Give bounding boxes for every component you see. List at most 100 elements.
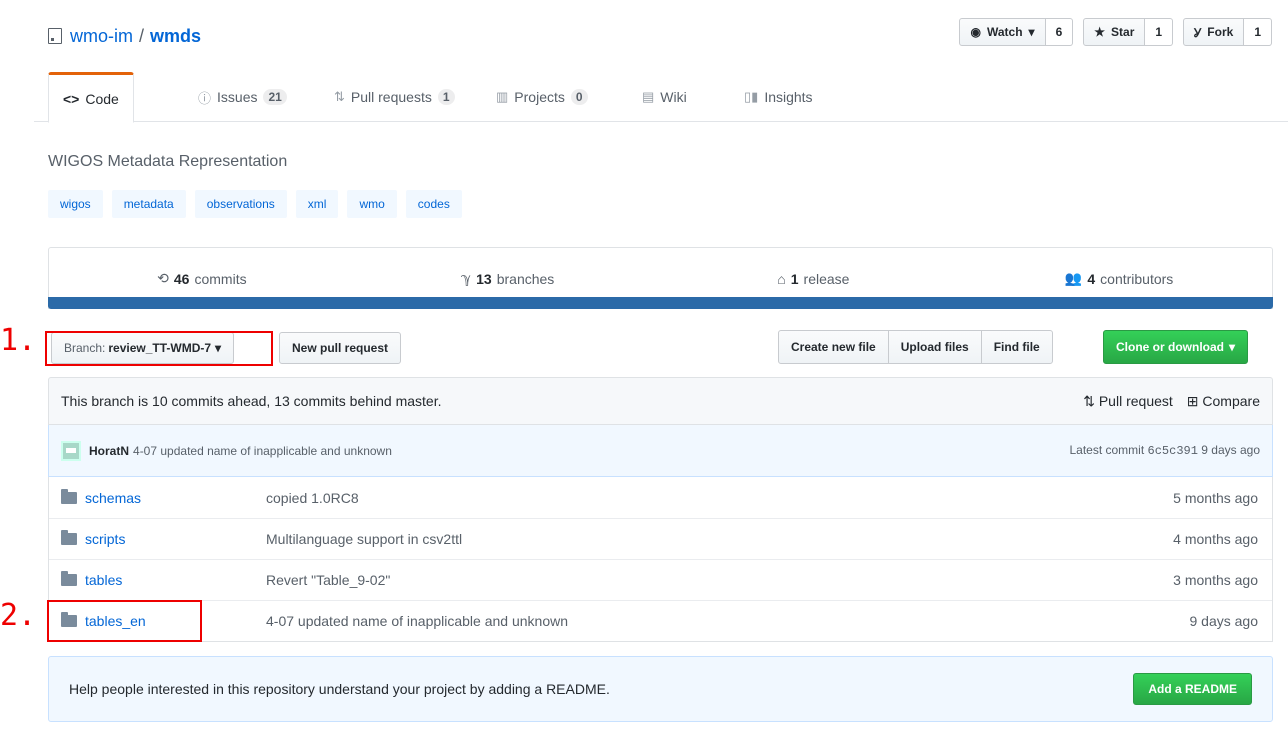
star-group: ★ Star 1 — [1083, 18, 1174, 46]
tab-issues[interactable]: ⓘ Issues 21 — [184, 72, 301, 122]
diff-icon: ⊞ — [1186, 392, 1199, 409]
file-list: schemas copied 1.0RC8 5 months ago scrip… — [48, 477, 1273, 642]
latest-commit-info: Latest commit 6c5c391 9 days ago — [1069, 443, 1260, 458]
watch-button[interactable]: ◉ Watch ▾ — [959, 18, 1046, 46]
commit-age: 9 days ago — [1201, 443, 1260, 457]
repo-title: wmo-im / wmds — [48, 22, 201, 50]
repo-icon — [48, 28, 62, 44]
branches-count: 13 — [476, 270, 492, 287]
commits-count: 46 — [173, 270, 190, 287]
topic-tag[interactable]: wmo — [347, 190, 397, 218]
eye-icon: ◉ — [970, 25, 981, 39]
branch-icon: ℽ — [460, 270, 472, 286]
tag-icon: ⌂ — [777, 270, 786, 287]
compare-label: Compare — [1202, 392, 1260, 409]
issue-icon: ⓘ — [198, 90, 212, 106]
topic-tag[interactable]: codes — [405, 190, 462, 218]
caret-down-icon: ▾ — [1028, 25, 1035, 39]
branches-label: branches — [496, 270, 555, 287]
history-icon: ⟲ — [157, 270, 169, 286]
file-commit-message[interactable]: 4-07 updated name of inapplicable and un… — [266, 613, 1190, 629]
caret-down-icon: ▾ — [1229, 340, 1236, 354]
tab-wiki[interactable]: ▤ Wiki — [628, 72, 701, 122]
project-icon: ▥ — [496, 89, 509, 104]
releases-label: release — [803, 270, 850, 287]
pull-request-link[interactable]: ⇅ Pull request — [1083, 393, 1173, 410]
tab-code[interactable]: <> Code — [48, 72, 134, 123]
fork-button[interactable]: Ỿ Fork — [1183, 18, 1245, 46]
commit-sha[interactable]: 6c5c391 — [1148, 444, 1198, 458]
file-name-link[interactable]: schemas — [85, 490, 266, 506]
pull-request-icon: ⇅ — [334, 89, 345, 104]
new-pull-request-button[interactable]: New pull request — [279, 332, 402, 364]
contributors-label: contributors — [1100, 270, 1174, 287]
star-button[interactable]: ★ Star — [1083, 18, 1146, 46]
upload-files-button[interactable]: Upload files — [887, 330, 982, 364]
file-age: 3 months ago — [1173, 572, 1258, 588]
create-new-file-button[interactable]: Create new file — [778, 330, 889, 364]
table-row: tables_en 4-07 updated name of inapplica… — [49, 600, 1272, 641]
folder-icon — [61, 488, 77, 504]
clone-label: Clone or download — [1116, 340, 1224, 354]
repo-tabs: <> Code ⓘ Issues 21 ⇅ Pull requests 1 ▥ … — [34, 72, 1288, 123]
topic-tag[interactable]: xml — [295, 190, 339, 218]
commits-label: commits — [194, 270, 247, 287]
clone-download-button[interactable]: Clone or download ▾ — [1103, 330, 1249, 364]
tab-projects[interactable]: ▥ Projects 0 — [482, 72, 602, 122]
tab-counter: 21 — [263, 89, 287, 105]
fork-icon: Ỿ — [1194, 25, 1202, 40]
file-navigation: Create new file Upload files Find file — [778, 330, 1053, 364]
watch-count[interactable]: 6 — [1045, 18, 1074, 46]
avatar[interactable] — [61, 440, 81, 461]
highlight-box-branch — [45, 331, 273, 366]
tab-label: Insights — [764, 89, 813, 105]
folder-icon — [61, 571, 77, 586]
folder-icon — [61, 530, 77, 545]
watch-group: ◉ Watch ▾ 6 — [959, 18, 1074, 46]
tab-label: Code — [85, 90, 119, 107]
wiki-icon: ▤ — [642, 89, 655, 104]
file-age: 9 days ago — [1189, 613, 1259, 629]
file-name-link[interactable]: scripts — [85, 531, 266, 547]
file-age: 5 months ago — [1173, 489, 1258, 506]
annotation-marker-1: 1. — [0, 323, 37, 358]
tab-counter: 0 — [570, 89, 588, 105]
highlight-box-folder — [47, 600, 202, 642]
fork-count[interactable]: 1 — [1244, 18, 1272, 46]
repo-description: WIGOS Metadata Representation — [48, 153, 288, 170]
add-readme-button[interactable]: Add a README — [1133, 673, 1252, 705]
commit-tease: HoratN 4-07 updated name of inapplicable… — [48, 425, 1273, 477]
table-row: scripts Multilanguage support in csv2ttl… — [49, 518, 1272, 559]
ahead-behind-text: This branch is 10 commits ahead, 13 comm… — [61, 393, 442, 409]
tab-label: Projects — [514, 89, 565, 105]
file-commit-message[interactable]: Multilanguage support in csv2ttl — [266, 531, 1173, 547]
tab-pull-requests[interactable]: ⇅ Pull requests 1 — [320, 72, 469, 122]
compare-link[interactable]: ⊞ Compare — [1187, 393, 1260, 410]
commit-message[interactable]: 4-07 updated name of inapplicable and un… — [133, 444, 392, 458]
contributors-count: 4 — [1087, 270, 1096, 287]
commit-author[interactable]: HoratN — [89, 444, 129, 458]
tab-label: Issues — [217, 89, 258, 105]
file-age: 4 months ago — [1173, 531, 1258, 547]
topics-list: wigos metadata observations xml wmo code… — [48, 190, 462, 218]
table-row: schemas copied 1.0RC8 5 months ago — [49, 477, 1272, 518]
pagehead-actions: ◉ Watch ▾ 6 ★ Star 1 Ỿ Fork 1 — [959, 18, 1272, 46]
file-commit-message[interactable]: Revert "Table_9-02" — [266, 572, 1173, 588]
star-count[interactable]: 1 — [1145, 18, 1174, 46]
topic-tag[interactable]: observations — [194, 190, 287, 218]
code-icon: <> — [63, 90, 80, 107]
branch-infobar: This branch is 10 commits ahead, 13 comm… — [48, 377, 1273, 425]
repo-name-link[interactable]: wmds — [150, 26, 201, 47]
fork-group: Ỿ Fork 1 — [1183, 18, 1272, 46]
language-bar[interactable] — [48, 297, 1273, 309]
star-label: Star — [1111, 25, 1135, 39]
file-commit-message[interactable]: copied 1.0RC8 — [266, 490, 1173, 506]
topic-tag[interactable]: metadata — [111, 190, 186, 218]
repo-separator: / — [139, 25, 145, 46]
readme-prompt-text: Help people interested in this repositor… — [69, 681, 610, 697]
topic-tag[interactable]: wigos — [48, 190, 103, 218]
tab-insights[interactable]: ▯▮ Insights — [730, 72, 827, 122]
repo-owner-link[interactable]: wmo-im — [70, 26, 133, 47]
find-file-button[interactable]: Find file — [980, 330, 1053, 364]
file-name-link[interactable]: tables — [85, 572, 266, 588]
